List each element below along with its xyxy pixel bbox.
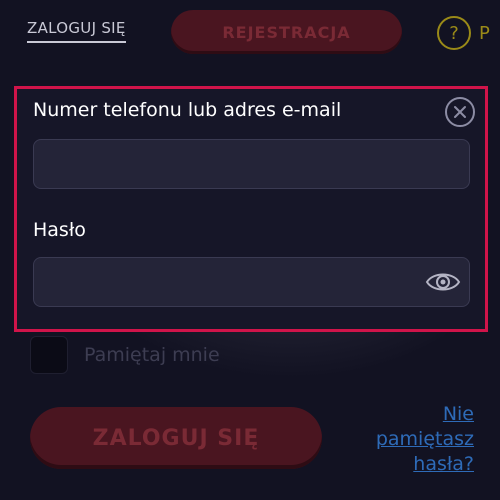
login-form-panel: Numer telefonu lub adres e-mail Hasło xyxy=(14,86,488,332)
password-label: Hasło xyxy=(33,219,86,241)
login-button[interactable]: ZALOGUJ SIĘ xyxy=(30,407,322,469)
phone-email-label: Numer telefonu lub adres e-mail xyxy=(33,99,342,121)
top-bar: ZALOGUJ SIĘ REJESTRACJA ? P xyxy=(0,0,500,70)
tab-login[interactable]: ZALOGUJ SIĘ xyxy=(27,19,126,43)
help-icon[interactable]: ? xyxy=(437,16,471,50)
remember-me[interactable]: Pamiętaj mnie xyxy=(30,336,220,374)
eye-icon[interactable] xyxy=(425,269,461,295)
register-button[interactable]: REJESTRACJA xyxy=(171,10,402,54)
help-link[interactable]: ? P xyxy=(437,16,490,50)
close-icon[interactable] xyxy=(445,97,475,127)
password-input[interactable] xyxy=(33,257,470,307)
help-label[interactable]: P xyxy=(479,23,490,44)
phone-email-input[interactable] xyxy=(33,139,470,189)
remember-label[interactable]: Pamiętaj mnie xyxy=(84,344,220,366)
forgot-password-link[interactable]: Nie pamiętasz hasła? xyxy=(352,402,474,477)
remember-checkbox[interactable] xyxy=(30,336,68,374)
